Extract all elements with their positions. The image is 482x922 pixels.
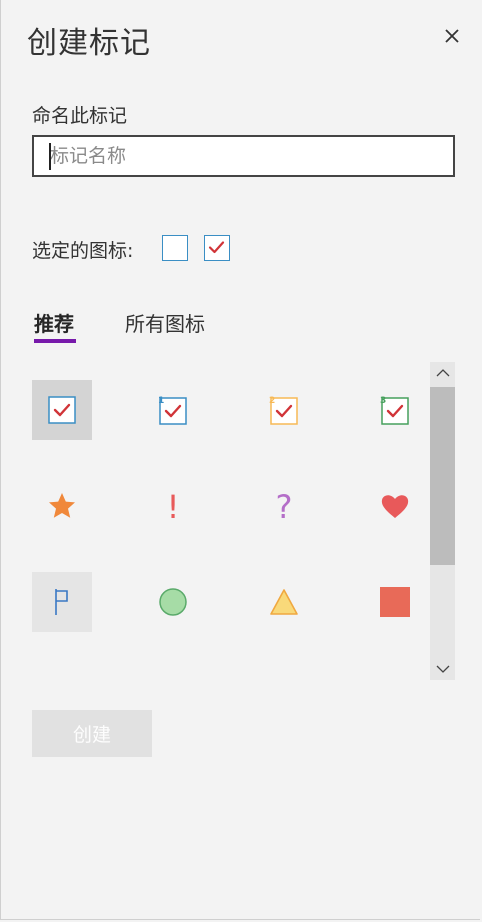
icon-grid-scrollbar[interactable] (430, 362, 455, 680)
create-tag-panel: 创建标记 命名此标记 选定的图标: 推荐 所有图标 1 (0, 0, 480, 920)
tab-active-indicator (34, 339, 76, 343)
square-icon (380, 587, 410, 617)
text-caret (49, 143, 51, 170)
flag-icon (55, 589, 68, 615)
checkbox-check-3-icon: 3 (380, 396, 409, 425)
icon-option-flag[interactable] (32, 572, 92, 632)
triangle-icon (270, 589, 298, 615)
selected-icon-label: 选定的图标: (32, 240, 134, 262)
icon-option-checkbox-1[interactable]: 1 (143, 380, 203, 440)
icon-option-triangle[interactable] (254, 572, 314, 632)
svg-text:1: 1 (158, 396, 164, 406)
exclamation-icon: ! (167, 488, 180, 526)
name-field-label: 命名此标记 (32, 105, 128, 127)
svg-text:3: 3 (380, 396, 386, 406)
scroll-thumb[interactable] (430, 387, 455, 565)
icon-option-star[interactable] (32, 476, 92, 536)
heart-icon (381, 495, 409, 518)
empty-checkbox-icon (162, 235, 188, 261)
question-icon: ? (276, 488, 293, 526)
checkbox-check-icon (204, 235, 230, 261)
icon-option-heart[interactable] (365, 476, 425, 536)
checkbox-check-icon (48, 396, 76, 424)
close-icon[interactable] (442, 26, 462, 46)
svg-text:2: 2 (269, 396, 275, 406)
icon-option-checkbox-2[interactable]: 2 (254, 380, 314, 440)
scroll-down-arrow-icon[interactable] (430, 658, 455, 680)
tag-name-input[interactable] (32, 135, 455, 177)
svg-text:!: ! (167, 488, 180, 526)
svg-text:?: ? (276, 488, 293, 526)
icon-option-question[interactable]: ? (254, 476, 314, 536)
create-button[interactable]: 创建 (32, 710, 152, 757)
icon-grid: 1 2 3 ! ? (32, 380, 426, 670)
icon-option-exclamation[interactable]: ! (143, 476, 203, 536)
icon-option-checkbox-3[interactable]: 3 (365, 380, 425, 440)
circle-icon (159, 588, 187, 616)
tab-all-icons[interactable]: 所有图标 (125, 308, 205, 337)
scroll-up-arrow-icon[interactable] (430, 362, 455, 384)
checkbox-check-1-icon: 1 (158, 396, 187, 425)
checkbox-check-2-icon: 2 (269, 396, 298, 425)
tab-recommended[interactable]: 推荐 (34, 308, 74, 337)
icon-option-square[interactable] (365, 572, 425, 632)
dialog-title: 创建标记 (27, 26, 151, 61)
star-icon (49, 493, 75, 518)
icon-option-checkbox[interactable] (32, 380, 92, 440)
icon-option-circle[interactable] (143, 572, 203, 632)
